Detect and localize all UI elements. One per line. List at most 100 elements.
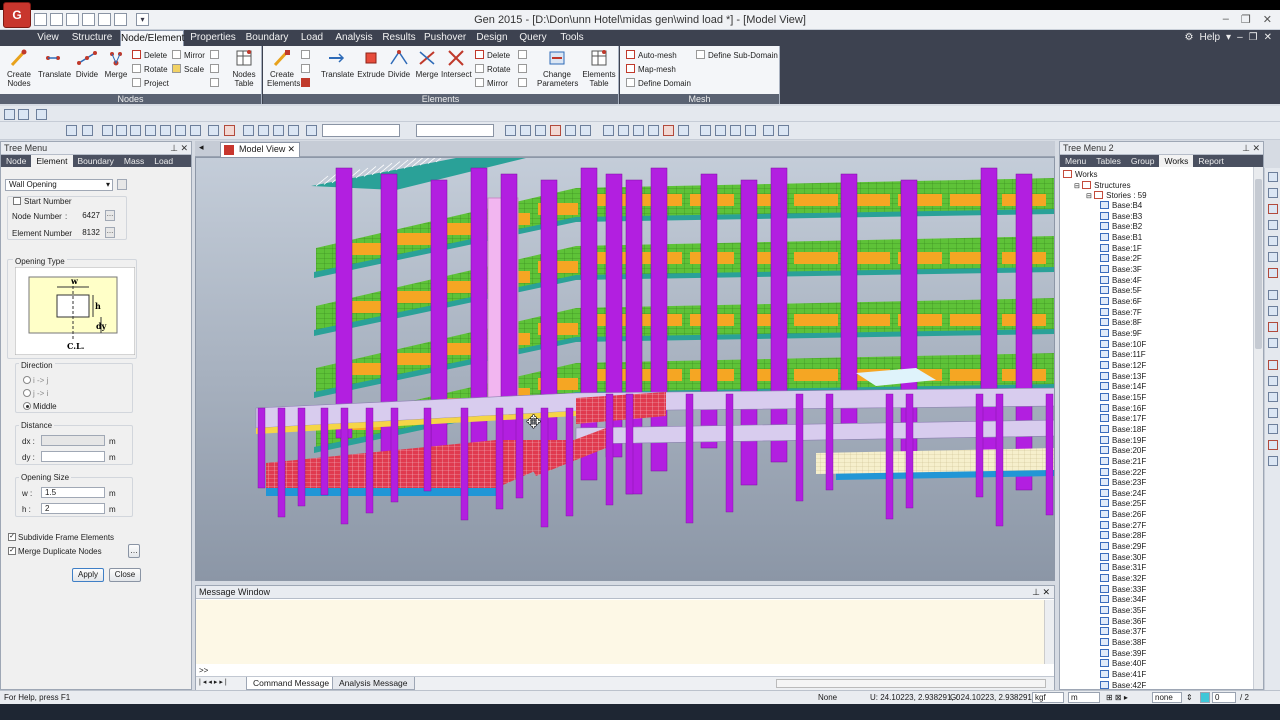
restore-icon[interactable]: ❐	[1241, 13, 1251, 26]
command-prompt[interactable]: >>	[199, 666, 208, 675]
merge-duplicate-checkbox[interactable]: ✓	[8, 547, 16, 555]
nodes-extra-3[interactable]	[210, 78, 222, 90]
apply-button[interactable]: Apply	[72, 568, 104, 582]
tree-story-item[interactable]: Base:3F	[1100, 264, 1142, 275]
tree-story-item[interactable]: Base:15F	[1100, 392, 1146, 403]
grid-icon[interactable]	[505, 125, 516, 136]
snap-icon[interactable]	[520, 125, 531, 136]
element-number-button[interactable]: …	[105, 227, 115, 238]
view-tool-icon[interactable]	[1268, 188, 1278, 198]
toolbar-input-combo[interactable]	[416, 124, 494, 137]
tree-story-item[interactable]: Base:22F	[1100, 467, 1146, 478]
force-unit-select[interactable]: kgf	[1032, 692, 1064, 703]
tab-structure[interactable]: Structure	[70, 30, 114, 46]
tab-view[interactable]: View	[34, 30, 62, 46]
node-number-button[interactable]: …	[105, 210, 115, 221]
tree-story-item[interactable]: Base:20F	[1100, 446, 1146, 456]
dy-field[interactable]	[41, 451, 105, 462]
iso-view-icon[interactable]	[678, 125, 689, 136]
message-output[interactable]	[196, 600, 1044, 664]
tab-pushover[interactable]: Pushover	[424, 30, 466, 46]
restore-ribbon-icon[interactable]: ❐	[1249, 30, 1258, 46]
tree-story-item[interactable]: Base:31F	[1100, 563, 1146, 573]
tree-story-item[interactable]: Base:14F	[1100, 382, 1146, 392]
tree-story-item[interactable]: Base:25F	[1100, 499, 1146, 509]
h-field[interactable]: 2	[41, 503, 105, 514]
tab-group[interactable]: Group	[1126, 155, 1160, 167]
close-button[interactable]: Close	[109, 568, 141, 582]
zoom-window-icon[interactable]	[618, 125, 629, 136]
mirror-nodes-button[interactable]: Mirror	[172, 50, 205, 62]
tree-story-item[interactable]: Base:41F	[1100, 670, 1146, 680]
tab-scroll-left-icon[interactable]: ◂	[199, 142, 204, 153]
zero-field[interactable]: 0	[1212, 692, 1236, 703]
w-field[interactable]: 1.5	[41, 487, 105, 498]
define-domain-button[interactable]: Define Domain	[626, 78, 691, 90]
tree-story-item[interactable]: Base:7F	[1100, 307, 1142, 318]
tree-story-item[interactable]: Base:17F	[1100, 414, 1146, 424]
zoom-fit-icon[interactable]	[603, 125, 614, 136]
tree-story-item[interactable]: Base:40F	[1100, 659, 1146, 669]
lock-icon[interactable]	[763, 125, 774, 136]
map-mesh-button[interactable]: Map-mesh	[626, 64, 676, 76]
tab-design[interactable]: Design	[476, 30, 508, 46]
node-number-field[interactable]: 6427	[71, 210, 101, 221]
pin-close-icon[interactable]: ⊥ ✕	[1032, 586, 1050, 599]
translate-elements-button[interactable]: Translate	[321, 48, 354, 79]
tree-story-item[interactable]: Base:11F	[1100, 350, 1146, 360]
tab-element[interactable]: Element	[31, 155, 73, 167]
tab-analysis-message[interactable]: Analysis Message	[332, 677, 415, 690]
elements-extra-1[interactable]	[518, 50, 530, 62]
tree-story-item[interactable]: Base:B1	[1100, 232, 1142, 243]
direction-middle-radio[interactable]	[23, 402, 31, 410]
tree-story-item[interactable]: Base:8F	[1100, 318, 1142, 328]
tab-menu[interactable]: Menu	[1060, 155, 1091, 167]
status-color-box[interactable]	[1200, 692, 1210, 703]
move-icon[interactable]	[1268, 338, 1278, 348]
message-scrollbar[interactable]	[1044, 600, 1054, 664]
tree-story-item[interactable]: Base:28F	[1100, 531, 1146, 541]
select-icon[interactable]	[66, 125, 77, 136]
tab-boundary[interactable]: Boundary	[245, 30, 289, 46]
undo-icon[interactable]	[18, 109, 29, 120]
select-previous-icon[interactable]	[160, 125, 171, 136]
tree-story-item[interactable]: Base:10F	[1100, 339, 1146, 350]
tree-stories[interactable]: ⊟ Stories : 59	[1086, 191, 1147, 201]
tab-analysis[interactable]: Analysis	[335, 30, 373, 46]
tab-load-panel[interactable]: Load	[149, 155, 178, 167]
merge-nodes-button[interactable]: Merge	[101, 48, 131, 79]
tree-story-item[interactable]: Base:37F	[1100, 627, 1146, 637]
shrink-icon[interactable]	[565, 125, 576, 136]
tree-structures[interactable]: ⊟ Structures	[1074, 181, 1131, 191]
create-nodes-button[interactable]: Create Nodes	[4, 48, 34, 88]
unselect-all-icon[interactable]	[190, 125, 201, 136]
translate-nodes-button[interactable]: Translate	[38, 48, 71, 79]
nodes-extra-2[interactable]	[210, 64, 222, 76]
start-number-checkbox[interactable]	[13, 197, 21, 205]
direction-j-i-radio[interactable]	[23, 389, 31, 397]
activate-icon[interactable]	[243, 125, 254, 136]
tree-story-item[interactable]: Base:6F	[1100, 296, 1142, 307]
rotate-view-icon[interactable]	[648, 125, 659, 136]
project-nodes-button[interactable]: Project	[132, 78, 169, 90]
tree-story-item[interactable]: Base:21F	[1100, 456, 1146, 467]
nodes-table-button[interactable]: Nodes Table	[229, 48, 259, 88]
tree-story-item[interactable]: Base:19F	[1100, 435, 1146, 446]
redo-icon[interactable]	[36, 109, 47, 120]
view-tool-icon[interactable]	[1268, 220, 1278, 230]
tab-tools[interactable]: Tools	[556, 30, 588, 46]
elements-tool-2[interactable]	[301, 64, 313, 76]
elements-extra-2[interactable]	[518, 64, 530, 76]
tree-story-item[interactable]: Base:30F	[1100, 552, 1146, 563]
app-logo[interactable]: G	[3, 2, 31, 28]
tree-story-item[interactable]: Base:B3	[1100, 211, 1142, 222]
rotate-nodes-button[interactable]: Rotate	[132, 64, 168, 76]
tab-tables[interactable]: Tables	[1091, 155, 1126, 167]
tree-scroll-thumb[interactable]	[1255, 179, 1262, 349]
top-view-icon[interactable]	[700, 125, 711, 136]
elements-tool-3[interactable]	[301, 78, 313, 90]
delete-selection-icon[interactable]	[224, 125, 235, 136]
render-icon[interactable]	[663, 125, 674, 136]
status-arrows-icon[interactable]: ⇕	[1186, 691, 1193, 704]
select-polygon-icon[interactable]	[102, 125, 113, 136]
